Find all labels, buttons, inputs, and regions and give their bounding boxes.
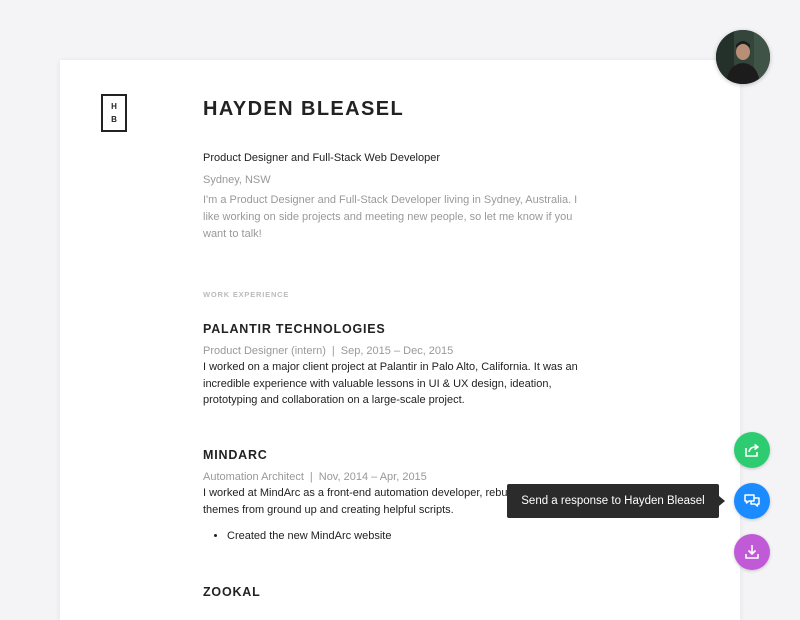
profile-tagline: Product Designer and Full-Stack Web Deve… xyxy=(203,152,441,164)
job-meta-separator: | xyxy=(309,471,313,483)
respond-button[interactable] xyxy=(734,483,770,519)
job-description: I worked on a major client project at Pa… xyxy=(203,361,578,406)
job-meta-separator: | xyxy=(331,345,335,357)
avatar[interactable] xyxy=(716,30,770,84)
profile-name: HAYDEN BLEASEL xyxy=(203,98,405,120)
job-role: Automation Architect xyxy=(203,471,304,483)
share-button[interactable] xyxy=(734,432,770,468)
job-dates: Nov, 2014 – Apr, 2015 xyxy=(318,471,427,483)
share-icon xyxy=(745,443,759,457)
logo-letter-h: H xyxy=(111,102,117,111)
download-button[interactable] xyxy=(734,534,770,570)
job-company: PALANTIR TECHNOLOGIES xyxy=(203,322,386,336)
respond-tooltip: Send a response to Hayden Bleasel xyxy=(507,484,725,518)
job-role: Product Designer (intern) xyxy=(203,345,326,357)
hb-logo: H B xyxy=(101,94,127,132)
list-item: Created the new MindArc website xyxy=(227,528,603,544)
profile-bio: I'm a Product Designer and Full-Stack De… xyxy=(203,194,578,240)
job-bullet-list: Created the new MindArc website xyxy=(203,528,603,544)
job-zookal: ZOOKAL xyxy=(203,583,603,601)
job-meta: Product Designer (intern) | Sep, 2015 – De… xyxy=(203,343,603,359)
job-dates: Sep, 2015 – Dec, 2015 xyxy=(340,345,454,357)
job-company: MINDARC xyxy=(203,448,268,462)
job-meta: Automation Architect | Nov, 2014 – Apr, 20… xyxy=(203,469,603,485)
avatar-photo xyxy=(716,30,770,84)
logo-letter-b: B xyxy=(111,115,117,124)
profile-location: Sydney, NSW xyxy=(203,174,271,186)
resume-paper: H B HAYDEN BLEASEL Product Designer and … xyxy=(60,60,740,620)
chat-icon xyxy=(744,494,760,507)
download-icon xyxy=(745,545,759,559)
work-experience-heading: WORK EXPERIENCE xyxy=(203,290,290,299)
job-company: ZOOKAL xyxy=(203,585,261,599)
job-palantir: PALANTIR TECHNOLOGIES Product Designer (… xyxy=(203,320,603,409)
